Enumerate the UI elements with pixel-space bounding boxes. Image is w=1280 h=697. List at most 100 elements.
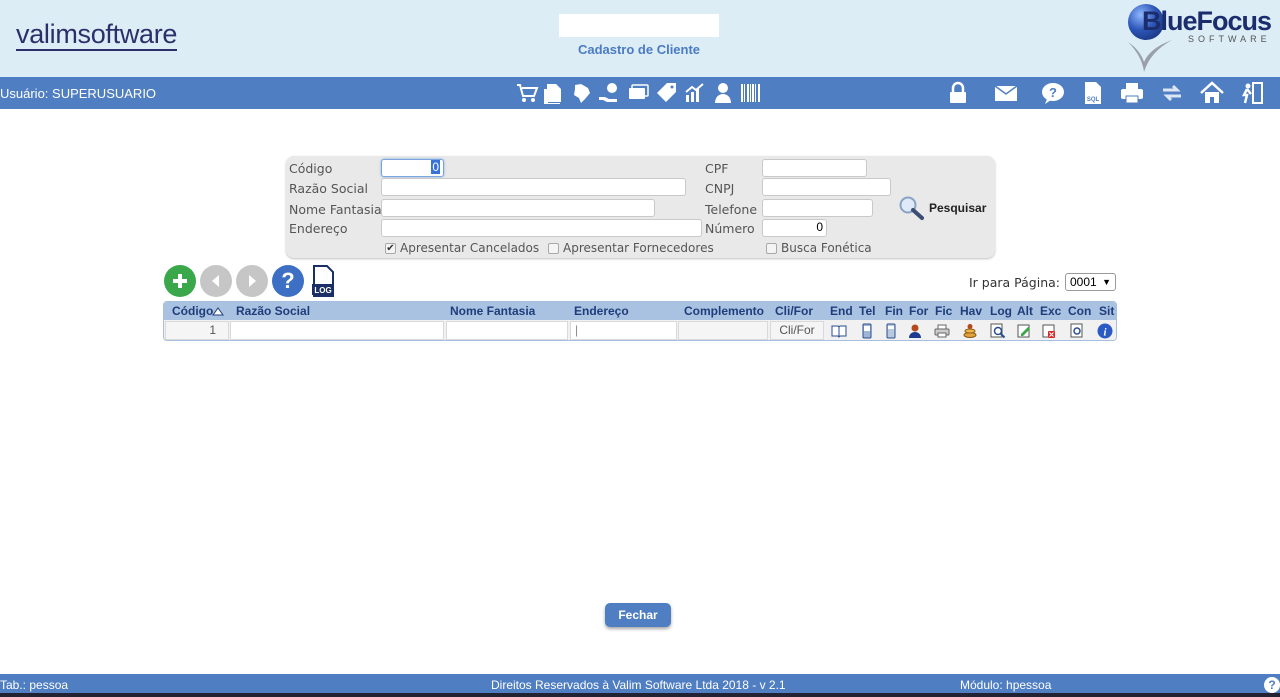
sort-asc-icon[interactable] bbox=[212, 307, 224, 316]
book-icon[interactable] bbox=[831, 323, 847, 339]
endereco-field[interactable] bbox=[381, 219, 702, 237]
info-icon[interactable]: i bbox=[1097, 323, 1113, 339]
results-grid: Código Razão Social Nome Fantasia Endere… bbox=[163, 301, 1117, 341]
numero-field[interactable]: 0 bbox=[762, 219, 827, 237]
nome-fantasia-field[interactable] bbox=[381, 199, 655, 217]
cpf-label: CPF bbox=[705, 161, 729, 176]
pesquisar-label: Pesquisar bbox=[929, 201, 987, 215]
chat-help-icon[interactable]: ? bbox=[1041, 81, 1065, 105]
delete-icon[interactable] bbox=[1041, 323, 1057, 339]
col-complemento[interactable]: Complemento bbox=[684, 304, 764, 318]
svg-text:?: ? bbox=[1049, 85, 1057, 100]
col-fin[interactable]: Fin bbox=[885, 304, 903, 318]
print-sheet-icon[interactable] bbox=[934, 323, 950, 339]
app-header: valimsoftware Cadastro de Cliente BlueFo… bbox=[0, 0, 1280, 77]
chk-apresentar-cancelados[interactable]: ✔ Apresentar Cancelados bbox=[385, 241, 539, 255]
cell-razao-social[interactable] bbox=[230, 321, 444, 340]
col-con[interactable]: Con bbox=[1068, 304, 1091, 318]
col-exc[interactable]: Exc bbox=[1040, 304, 1061, 318]
cell-endereco[interactable]: | bbox=[570, 321, 677, 340]
checkbox-checked-icon[interactable]: ✔ bbox=[385, 242, 396, 254]
coins-icon[interactable] bbox=[962, 323, 978, 339]
help-button[interactable]: ? bbox=[272, 265, 304, 297]
cell-complemento bbox=[678, 321, 768, 340]
col-sit[interactable]: Sit bbox=[1099, 304, 1114, 318]
col-nome-fantasia[interactable]: Nome Fantasia bbox=[450, 304, 535, 318]
bluefocus-sub: SOFTWARE bbox=[1188, 34, 1271, 44]
magnifier-icon bbox=[899, 196, 924, 220]
refresh-icon[interactable] bbox=[1160, 81, 1184, 105]
fechar-button[interactable]: Fechar bbox=[605, 603, 671, 627]
col-codigo[interactable]: Código bbox=[172, 304, 213, 318]
page-title: Cadastro de Cliente bbox=[577, 42, 701, 57]
chk-apresentar-fornecedores[interactable]: Apresentar Fornecedores bbox=[548, 241, 714, 255]
col-alt[interactable]: Alt bbox=[1017, 304, 1033, 318]
add-button[interactable] bbox=[164, 265, 196, 297]
telefone-field[interactable] bbox=[762, 199, 873, 217]
checkbox-unchecked-icon[interactable] bbox=[766, 242, 777, 254]
sql-icon[interactable]: SQL bbox=[1081, 81, 1105, 105]
checkbox-unchecked-icon[interactable] bbox=[548, 242, 559, 254]
pager-label: Ir para Página: bbox=[969, 275, 1061, 290]
documents-icon[interactable] bbox=[542, 81, 566, 105]
barcode-icon[interactable] bbox=[739, 81, 763, 105]
svg-text:LOG: LOG bbox=[314, 286, 331, 295]
codigo-field[interactable]: 0 bbox=[381, 159, 444, 177]
chk-fonetica-label: Busca Fonética bbox=[781, 241, 872, 255]
col-cli-for[interactable]: Cli/For bbox=[775, 304, 813, 318]
supplier-icon[interactable] bbox=[907, 323, 923, 339]
question-icon: ? bbox=[281, 268, 295, 293]
col-log[interactable]: Log bbox=[990, 304, 1012, 318]
cnpj-field[interactable] bbox=[762, 178, 891, 196]
col-for[interactable]: For bbox=[909, 304, 928, 318]
valim-logo: valimsoftware bbox=[16, 19, 178, 51]
razao-social-field[interactable] bbox=[381, 178, 686, 196]
col-endereco[interactable]: Endereço bbox=[574, 304, 629, 318]
log-button[interactable]: LOG bbox=[309, 265, 337, 297]
home-icon[interactable] bbox=[1200, 81, 1224, 105]
brazil-map-icon[interactable] bbox=[569, 81, 593, 105]
plus-icon bbox=[173, 274, 187, 288]
exit-icon[interactable] bbox=[1240, 81, 1264, 105]
cell-nome-fantasia[interactable] bbox=[446, 321, 568, 340]
person-icon[interactable] bbox=[711, 81, 735, 105]
lock-icon[interactable] bbox=[946, 81, 970, 105]
money-hand-icon[interactable] bbox=[597, 81, 621, 105]
consult-icon[interactable] bbox=[1069, 323, 1085, 339]
finance-icon[interactable] bbox=[883, 323, 899, 339]
col-tel[interactable]: Tel bbox=[859, 304, 875, 318]
col-fic[interactable]: Fic bbox=[935, 304, 952, 318]
taskbar-strip bbox=[0, 693, 1280, 697]
bluefocus-swoosh-icon bbox=[1128, 40, 1172, 72]
telefone-label: Telefone bbox=[705, 202, 758, 217]
cart-icon[interactable] bbox=[515, 81, 539, 105]
mail-icon[interactable] bbox=[994, 81, 1018, 105]
cards-icon[interactable] bbox=[626, 81, 650, 105]
chk-busca-fonetica[interactable]: Busca Fonética bbox=[766, 241, 872, 255]
svg-text:SQL: SQL bbox=[1087, 97, 1100, 103]
col-hav[interactable]: Hav bbox=[960, 304, 982, 318]
page-select[interactable]: 0001 ▼ bbox=[1065, 273, 1116, 291]
log-search-icon[interactable] bbox=[990, 323, 1006, 339]
footer-tab: Tab.: pessoa bbox=[0, 678, 69, 692]
numero-label: Número bbox=[705, 221, 755, 236]
pesquisar-button[interactable]: Pesquisar bbox=[897, 195, 986, 221]
nome-fantasia-label: Nome Fantasia bbox=[289, 202, 382, 217]
phone-icon[interactable] bbox=[859, 323, 875, 339]
codigo-value: 0 bbox=[431, 160, 440, 174]
edit-icon[interactable] bbox=[1016, 323, 1032, 339]
col-razao-social[interactable]: Razão Social bbox=[236, 304, 310, 318]
cell-cli-for: Cli/For bbox=[770, 321, 824, 340]
footer-help-icon[interactable]: ? bbox=[1264, 677, 1280, 693]
table-row[interactable]: 1 | Cli/For i bbox=[164, 320, 1116, 340]
next-button[interactable] bbox=[236, 265, 268, 297]
prev-button[interactable] bbox=[200, 265, 232, 297]
printer-icon[interactable] bbox=[1120, 81, 1144, 105]
cell-codigo: 1 bbox=[165, 321, 229, 340]
chart-icon[interactable] bbox=[683, 81, 707, 105]
tag-money-icon[interactable] bbox=[655, 81, 679, 105]
cpf-field[interactable] bbox=[762, 159, 867, 177]
chk-fornecedores-label: Apresentar Fornecedores bbox=[563, 241, 714, 255]
col-end[interactable]: End bbox=[830, 304, 853, 318]
grid-header: Código Razão Social Nome Fantasia Endere… bbox=[164, 302, 1116, 320]
